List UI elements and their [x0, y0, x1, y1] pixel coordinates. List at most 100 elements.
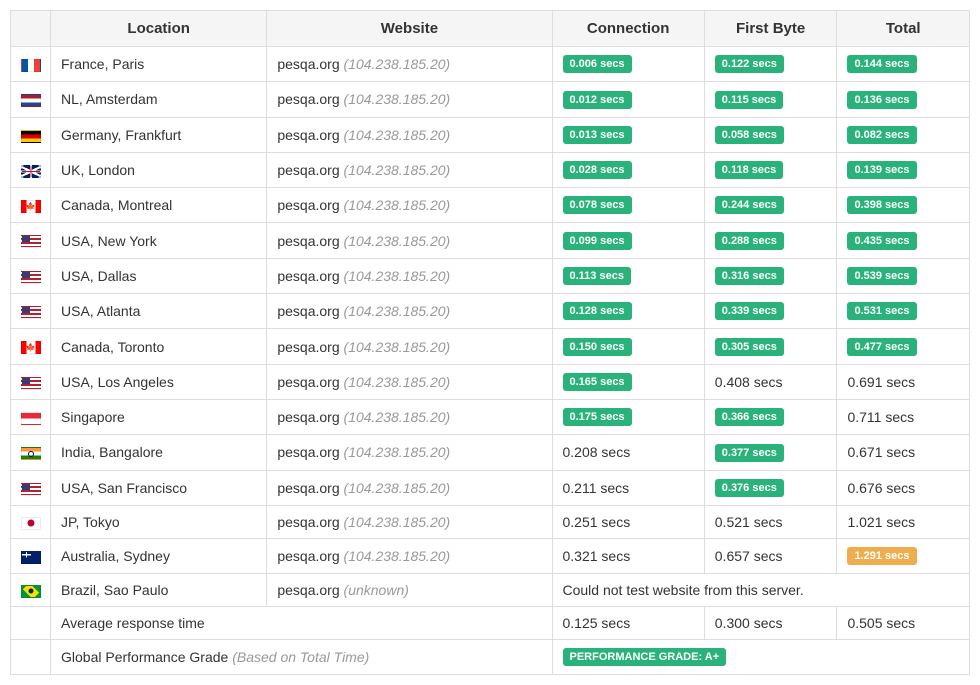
first-byte-cell-badge: 0.316 secs [715, 267, 784, 285]
flag-au-icon [21, 551, 41, 564]
location-cell: Canada, Montreal [51, 188, 267, 223]
total-cell-badge: 0.435 secs [847, 232, 916, 250]
first-byte-cell-badge: 0.305 secs [715, 338, 784, 356]
first-byte-cell: 0.657 secs [704, 538, 837, 573]
connection-cell-badge: 0.128 secs [563, 302, 632, 320]
connection-cell-badge: 0.028 secs [563, 161, 632, 179]
flag-cell [11, 399, 51, 434]
connection-cell: 0.208 secs [552, 435, 704, 470]
website-domain: pesqa.org [277, 268, 343, 284]
website-ip: (104.238.185.20) [344, 268, 451, 284]
table-row: Germany, Frankfurt pesqa.org (104.238.185… [11, 117, 970, 152]
flag-nl-icon [21, 94, 41, 107]
total-cell: 0.691 secs [837, 364, 970, 399]
website-domain: pesqa.org [277, 197, 343, 213]
total-cell: 0.435 secs [837, 223, 970, 258]
table-row: USA, Atlantapesqa.org (104.238.185.20) 0.… [11, 294, 970, 329]
grade-label-cell: Global Performance Grade (Based on Total… [51, 640, 553, 675]
location-cell: France, Paris [51, 47, 267, 82]
total-cell-value: 0.676 secs [847, 480, 915, 496]
location-cell: USA, Atlanta [51, 294, 267, 329]
connection-cell-badge: 0.175 secs [563, 408, 632, 426]
flag-cell [11, 152, 51, 187]
website-ip: (104.238.185.20) [344, 197, 451, 213]
total-cell-badge: 0.139 secs [847, 161, 916, 179]
website-ip: (104.238.185.20) [344, 548, 451, 564]
website-cell: pesqa.org (104.238.185.20) [267, 152, 552, 187]
table-row: India, Bangalore pesqa.org (104.238.185.2… [11, 435, 970, 470]
first-byte-cell: 0.366 secs [704, 399, 837, 434]
website-domain: pesqa.org [277, 548, 343, 564]
flag-cell [11, 47, 51, 82]
website-domain: pesqa.org [277, 162, 343, 178]
website-cell: pesqa.org (104.238.185.20) [267, 294, 552, 329]
total-cell: 0.144 secs [837, 47, 970, 82]
flag-us-icon [21, 377, 41, 390]
first-byte-cell: 0.305 secs [704, 329, 837, 364]
total-cell-badge: 0.531 secs [847, 302, 916, 320]
connection-cell: 0.028 secs [552, 152, 704, 187]
first-byte-cell: 0.058 secs [704, 117, 837, 152]
website-ip: (104.238.185.20) [344, 56, 451, 72]
avg-connection-cell-value: 0.125 secs [563, 615, 631, 631]
total-cell-badge: 1.291 secs [847, 547, 916, 565]
location-cell: USA, New York [51, 223, 267, 258]
location-cell: India, Bangalore [51, 435, 267, 470]
first-byte-cell: 0.408 secs [704, 364, 837, 399]
table-row: UK, Londonpesqa.org (104.238.185.20) 0.02… [11, 152, 970, 187]
first-byte-cell-badge: 0.377 secs [715, 444, 784, 462]
website-domain: pesqa.org [277, 56, 343, 72]
total-cell: 0.398 secs [837, 188, 970, 223]
grade-label: Global Performance Grade [61, 649, 232, 665]
connection-cell-badge: 0.078 secs [563, 196, 632, 214]
total-cell: 0.139 secs [837, 152, 970, 187]
first-byte-cell-badge: 0.366 secs [715, 408, 784, 426]
flag-ca-icon [21, 341, 41, 354]
connection-cell: 0.113 secs [552, 258, 704, 293]
location-cell: Germany, Frankfurt [51, 117, 267, 152]
flag-cell [11, 258, 51, 293]
flag-de-icon [21, 130, 41, 143]
flag-cell [11, 294, 51, 329]
table-row: JP, Tokyopesqa.org (104.238.185.20)0.251… [11, 505, 970, 538]
header-location: Location [51, 11, 267, 47]
flag-br-icon [21, 585, 41, 598]
avg-connection-cell: 0.125 secs [552, 607, 704, 640]
total-cell: 0.136 secs [837, 82, 970, 117]
total-cell: 0.477 secs [837, 329, 970, 364]
first-byte-cell-badge: 0.339 secs [715, 302, 784, 320]
total-cell-value: 0.691 secs [847, 374, 915, 390]
location-cell: UK, London [51, 152, 267, 187]
website-domain: pesqa.org [277, 444, 343, 460]
average-row: Average response time0.125 secs0.300 sec… [11, 607, 970, 640]
website-ip: (104.238.185.20) [344, 514, 451, 530]
connection-cell: 0.099 secs [552, 223, 704, 258]
connection-cell: 0.251 secs [552, 505, 704, 538]
total-cell-badge: 0.477 secs [847, 338, 916, 356]
flag-us-icon [21, 271, 41, 284]
table-row: Brazil, Sao Paulopesqa.org (unknown)Coul… [11, 574, 970, 607]
table-row: USA, San Franciscopesqa.org (104.238.185… [11, 470, 970, 505]
website-ip: (104.238.185.20) [344, 444, 451, 460]
total-cell-badge: 0.539 secs [847, 267, 916, 285]
website-domain: pesqa.org [277, 127, 343, 143]
total-cell-value: 1.021 secs [847, 514, 915, 530]
website-cell: pesqa.org (104.238.185.20) [267, 82, 552, 117]
total-cell: 0.539 secs [837, 258, 970, 293]
location-cell: USA, San Francisco [51, 470, 267, 505]
website-cell: pesqa.org (104.238.185.20) [267, 538, 552, 573]
website-cell: pesqa.org (unknown) [267, 574, 552, 607]
website-ip: (104.238.185.20) [344, 127, 451, 143]
table-row: USA, Dallaspesqa.org (104.238.185.20)0.1… [11, 258, 970, 293]
website-domain: pesqa.org [277, 374, 343, 390]
website-ip: (104.238.185.20) [344, 339, 451, 355]
flag-cell [11, 470, 51, 505]
table-row: NL, Amsterdampesqa.org (104.238.185.20) 0… [11, 82, 970, 117]
latency-table: Location Website Connection First Byte T… [10, 10, 970, 675]
connection-cell-value: 0.321 secs [563, 548, 631, 564]
connection-cell: 0.165 secs [552, 364, 704, 399]
location-cell: NL, Amsterdam [51, 82, 267, 117]
header-first-byte: First Byte [704, 11, 837, 47]
website-cell: pesqa.org (104.238.185.20) [267, 329, 552, 364]
header-flag [11, 11, 51, 47]
